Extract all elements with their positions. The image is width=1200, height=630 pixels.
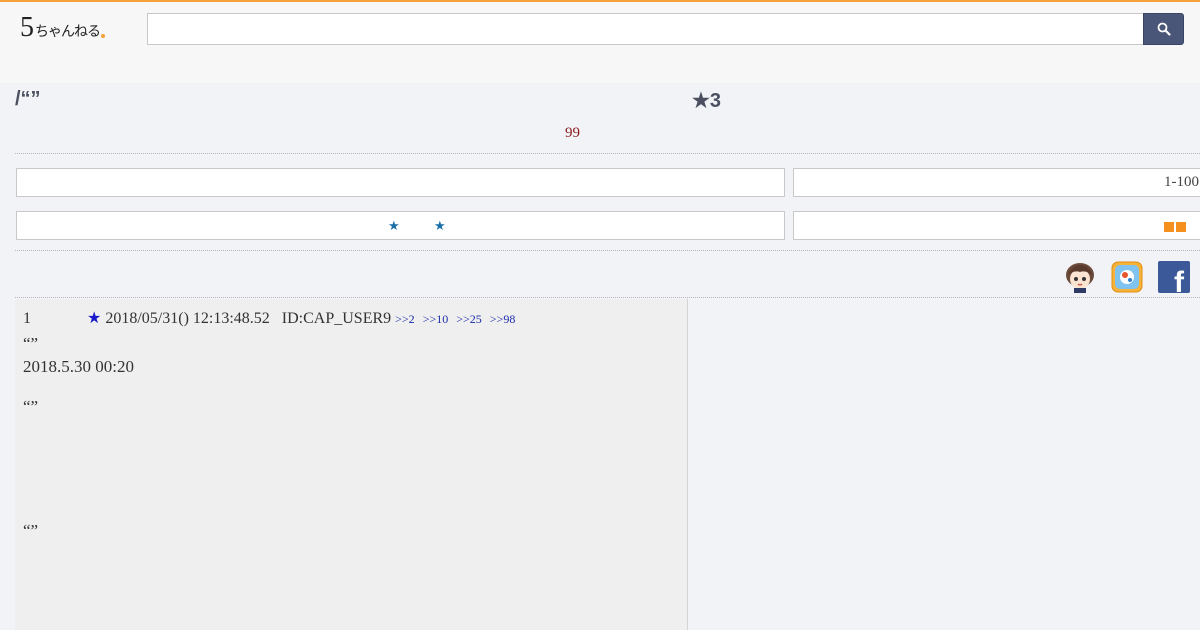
divider [15,153,1200,154]
site-logo[interactable]: 5 ちゃんねる [20,12,105,42]
app-badge-icon[interactable] [1111,261,1143,293]
reply-anchor[interactable]: >>25 [456,312,482,326]
post-star-icon: ★ [87,310,102,327]
reply-anchor[interactable]: >>2 [395,312,415,326]
search-button[interactable] [1143,13,1184,45]
res-count: 99 [565,125,580,141]
thread-title: /“” [15,88,41,110]
reply-anchor[interactable]: >>10 [423,312,449,326]
post-datetime: 2018/05/31() 12:13:48.52 [105,310,270,327]
facebook-icon[interactable]: f [1158,261,1190,299]
logo-five: 5 [20,12,34,43]
search-icon [1157,22,1171,36]
reply-anchor[interactable]: >>98 [490,312,516,326]
nav-range-box[interactable]: 1-100 [793,168,1200,197]
post-text-line: “” [23,334,39,353]
logo-dot [101,34,105,38]
divider [15,250,1200,251]
divider [15,297,1200,298]
orange-square-icon[interactable] [1164,222,1174,232]
character-avatar-icon[interactable] [1064,261,1096,293]
post-text-line: “” [23,397,39,416]
right-pane [688,299,1200,630]
nav-star-left[interactable]: ★ [388,218,400,234]
thread-star-rating: ★3 [692,90,722,112]
post-1: 1 ★ 2018/05/31() 12:13:48.52 ID:CAP_USER9… [15,299,688,630]
page-range-label[interactable]: 1-100 [1164,174,1199,191]
nav-box-squares[interactable] [793,211,1200,240]
thread-title-row: /“” ★3 [15,88,1200,114]
nav-star-right[interactable]: ★ [434,218,446,234]
post-header: 1 ★ 2018/05/31() 12:13:48.52 ID:CAP_USER9… [23,308,519,328]
post-id[interactable]: ID:CAP_USER9 [282,310,391,327]
site-header: 5 ちゃんねる [0,0,1200,83]
facebook-letter: f [1174,266,1185,293]
logo-text: ちゃんねる [35,24,101,40]
post-text-line: “” [23,521,39,540]
post-text-line: 2018.5.30 00:20 [23,357,134,376]
nav-box-stars[interactable]: ★ ★ [16,211,785,240]
nav-box-left[interactable] [16,168,785,197]
orange-square-icon[interactable] [1176,222,1186,232]
search-input[interactable] [147,13,1145,45]
post-number[interactable]: 1 [23,310,87,328]
